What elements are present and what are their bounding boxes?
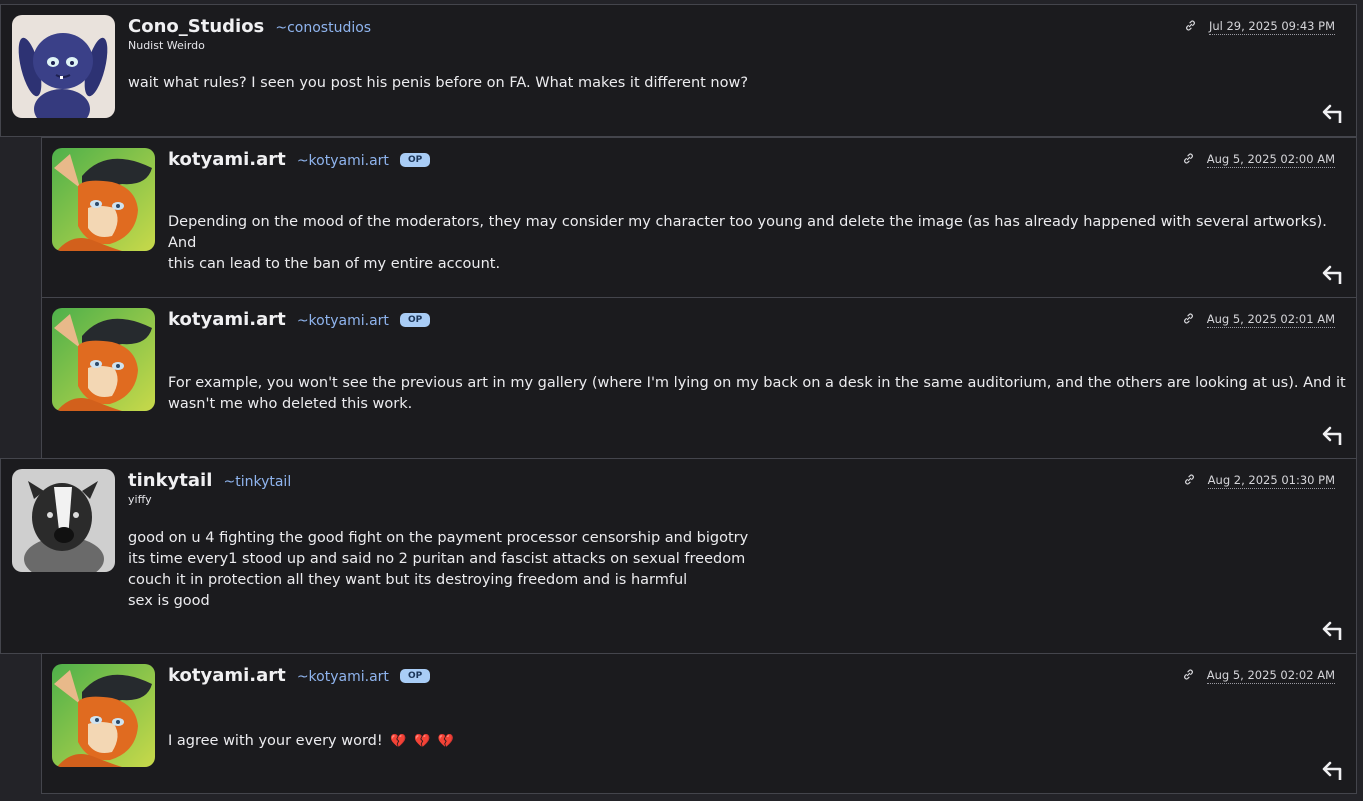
comment-meta: Aug 5, 2025 02:02 AM — [1182, 668, 1335, 684]
op-badge: OP — [399, 153, 431, 167]
comment-header: kotyami.art ~kotyami.art OP — [168, 309, 431, 330]
blue-bunny-avatar-icon — [12, 15, 115, 118]
user-avatar[interactable] — [12, 469, 115, 572]
comment-meta: Aug 5, 2025 02:00 AM — [1182, 152, 1335, 168]
comment-text-line: Depending on the mood of the moderators,… — [168, 214, 1327, 251]
username-link[interactable]: kotyami.art — [168, 665, 286, 686]
comment-meta: Aug 5, 2025 02:01 AM — [1182, 312, 1335, 328]
user-handle-link[interactable]: ~kotyami.art — [297, 669, 389, 685]
reply-icon[interactable] — [1320, 759, 1344, 781]
user-avatar[interactable] — [52, 308, 155, 411]
comment-text: I agree with your every word! — [168, 733, 383, 749]
comment-date[interactable]: Jul 29, 2025 09:43 PM — [1208, 19, 1335, 35]
orange-fox-avatar-icon — [52, 664, 155, 767]
username-link[interactable]: kotyami.art — [168, 149, 286, 170]
user-avatar[interactable] — [12, 15, 115, 118]
comment-card: kotyami.art ~kotyami.art OP Aug 5, 2025 … — [41, 653, 1357, 794]
comment-text-line: this can lead to the ban of my entire ac… — [168, 256, 501, 272]
comment-header: Cono_Studios ~conostudios — [128, 16, 371, 37]
comment-text-line: For example, you won't see the previous … — [168, 375, 1346, 391]
user-handle-link[interactable]: ~conostudios — [275, 20, 371, 36]
comment-card: kotyami.art ~kotyami.art OP Aug 5, 2025 … — [41, 297, 1357, 459]
link-icon[interactable] — [1184, 19, 1197, 32]
comment-body: For example, you won't see the previous … — [168, 373, 1346, 415]
comment-header: kotyami.art ~kotyami.art OP — [168, 665, 431, 686]
comment-card: kotyami.art ~kotyami.art OP Aug 5, 2025 … — [41, 137, 1357, 298]
op-badge: OP — [399, 313, 431, 327]
username-link[interactable]: Cono_Studios — [128, 16, 264, 37]
username-link[interactable]: tinkytail — [128, 470, 212, 491]
broken-heart-icon: 💔 — [414, 734, 431, 749]
comment-body: I agree with your every word! 💔 💔 💔 — [168, 731, 454, 752]
op-badge: OP — [399, 669, 431, 683]
broken-heart-icon: 💔 — [437, 734, 455, 749]
user-handle-link[interactable]: ~kotyami.art — [297, 153, 389, 169]
comment-body: good on u 4 fighting the good fight on t… — [128, 528, 748, 612]
user-handle-link[interactable]: ~kotyami.art — [297, 313, 389, 329]
user-title: yiffy — [128, 493, 152, 506]
comment-text-line: couch it in protection all they want but… — [128, 572, 688, 588]
comment-date[interactable]: Aug 5, 2025 02:02 AM — [1206, 668, 1335, 684]
orange-fox-avatar-icon — [52, 308, 155, 411]
username-link[interactable]: kotyami.art — [168, 309, 286, 330]
comment-text-line: wasn't me who deleted this work. — [168, 396, 413, 412]
comment-text: wait what rules? I seen you post his pen… — [128, 75, 749, 91]
reply-icon[interactable] — [1320, 102, 1344, 124]
link-icon[interactable] — [1182, 152, 1195, 165]
link-icon[interactable] — [1182, 668, 1195, 681]
reply-icon[interactable] — [1320, 424, 1344, 446]
user-avatar[interactable] — [52, 148, 155, 251]
comment-header: tinkytail ~tinkytail — [128, 470, 291, 491]
comment-meta: Jul 29, 2025 09:43 PM — [1184, 19, 1335, 35]
user-avatar[interactable] — [52, 664, 155, 767]
comment-date[interactable]: Aug 2, 2025 01:30 PM — [1207, 473, 1335, 489]
comment-header: kotyami.art ~kotyami.art OP — [168, 149, 431, 170]
comment-card: tinkytail ~tinkytail yiffy Aug 2, 2025 0… — [0, 458, 1357, 654]
broken-heart-icon: 💔 — [390, 734, 407, 749]
comment-card: Cono_Studios ~conostudios Nudist Weirdo … — [0, 4, 1357, 137]
comment-text-line: sex is good — [128, 593, 210, 609]
comment-date[interactable]: Aug 5, 2025 02:01 AM — [1206, 312, 1335, 328]
comment-date[interactable]: Aug 5, 2025 02:00 AM — [1206, 152, 1335, 168]
reply-icon[interactable] — [1320, 619, 1344, 641]
reply-icon[interactable] — [1320, 263, 1344, 285]
comment-body: Depending on the mood of the moderators,… — [168, 212, 1356, 275]
link-icon[interactable] — [1182, 312, 1195, 325]
comment-body: wait what rules? I seen you post his pen… — [128, 73, 748, 94]
comment-text-line: its time every1 stood up and said no 2 p… — [128, 551, 746, 567]
orange-fox-avatar-icon — [52, 148, 155, 251]
user-handle-link[interactable]: ~tinkytail — [223, 474, 291, 490]
link-icon[interactable] — [1183, 473, 1196, 486]
grey-badger-avatar-icon — [12, 469, 115, 572]
comment-meta: Aug 2, 2025 01:30 PM — [1183, 473, 1335, 489]
comment-text-line: good on u 4 fighting the good fight on t… — [128, 530, 749, 546]
user-title: Nudist Weirdo — [128, 39, 205, 52]
